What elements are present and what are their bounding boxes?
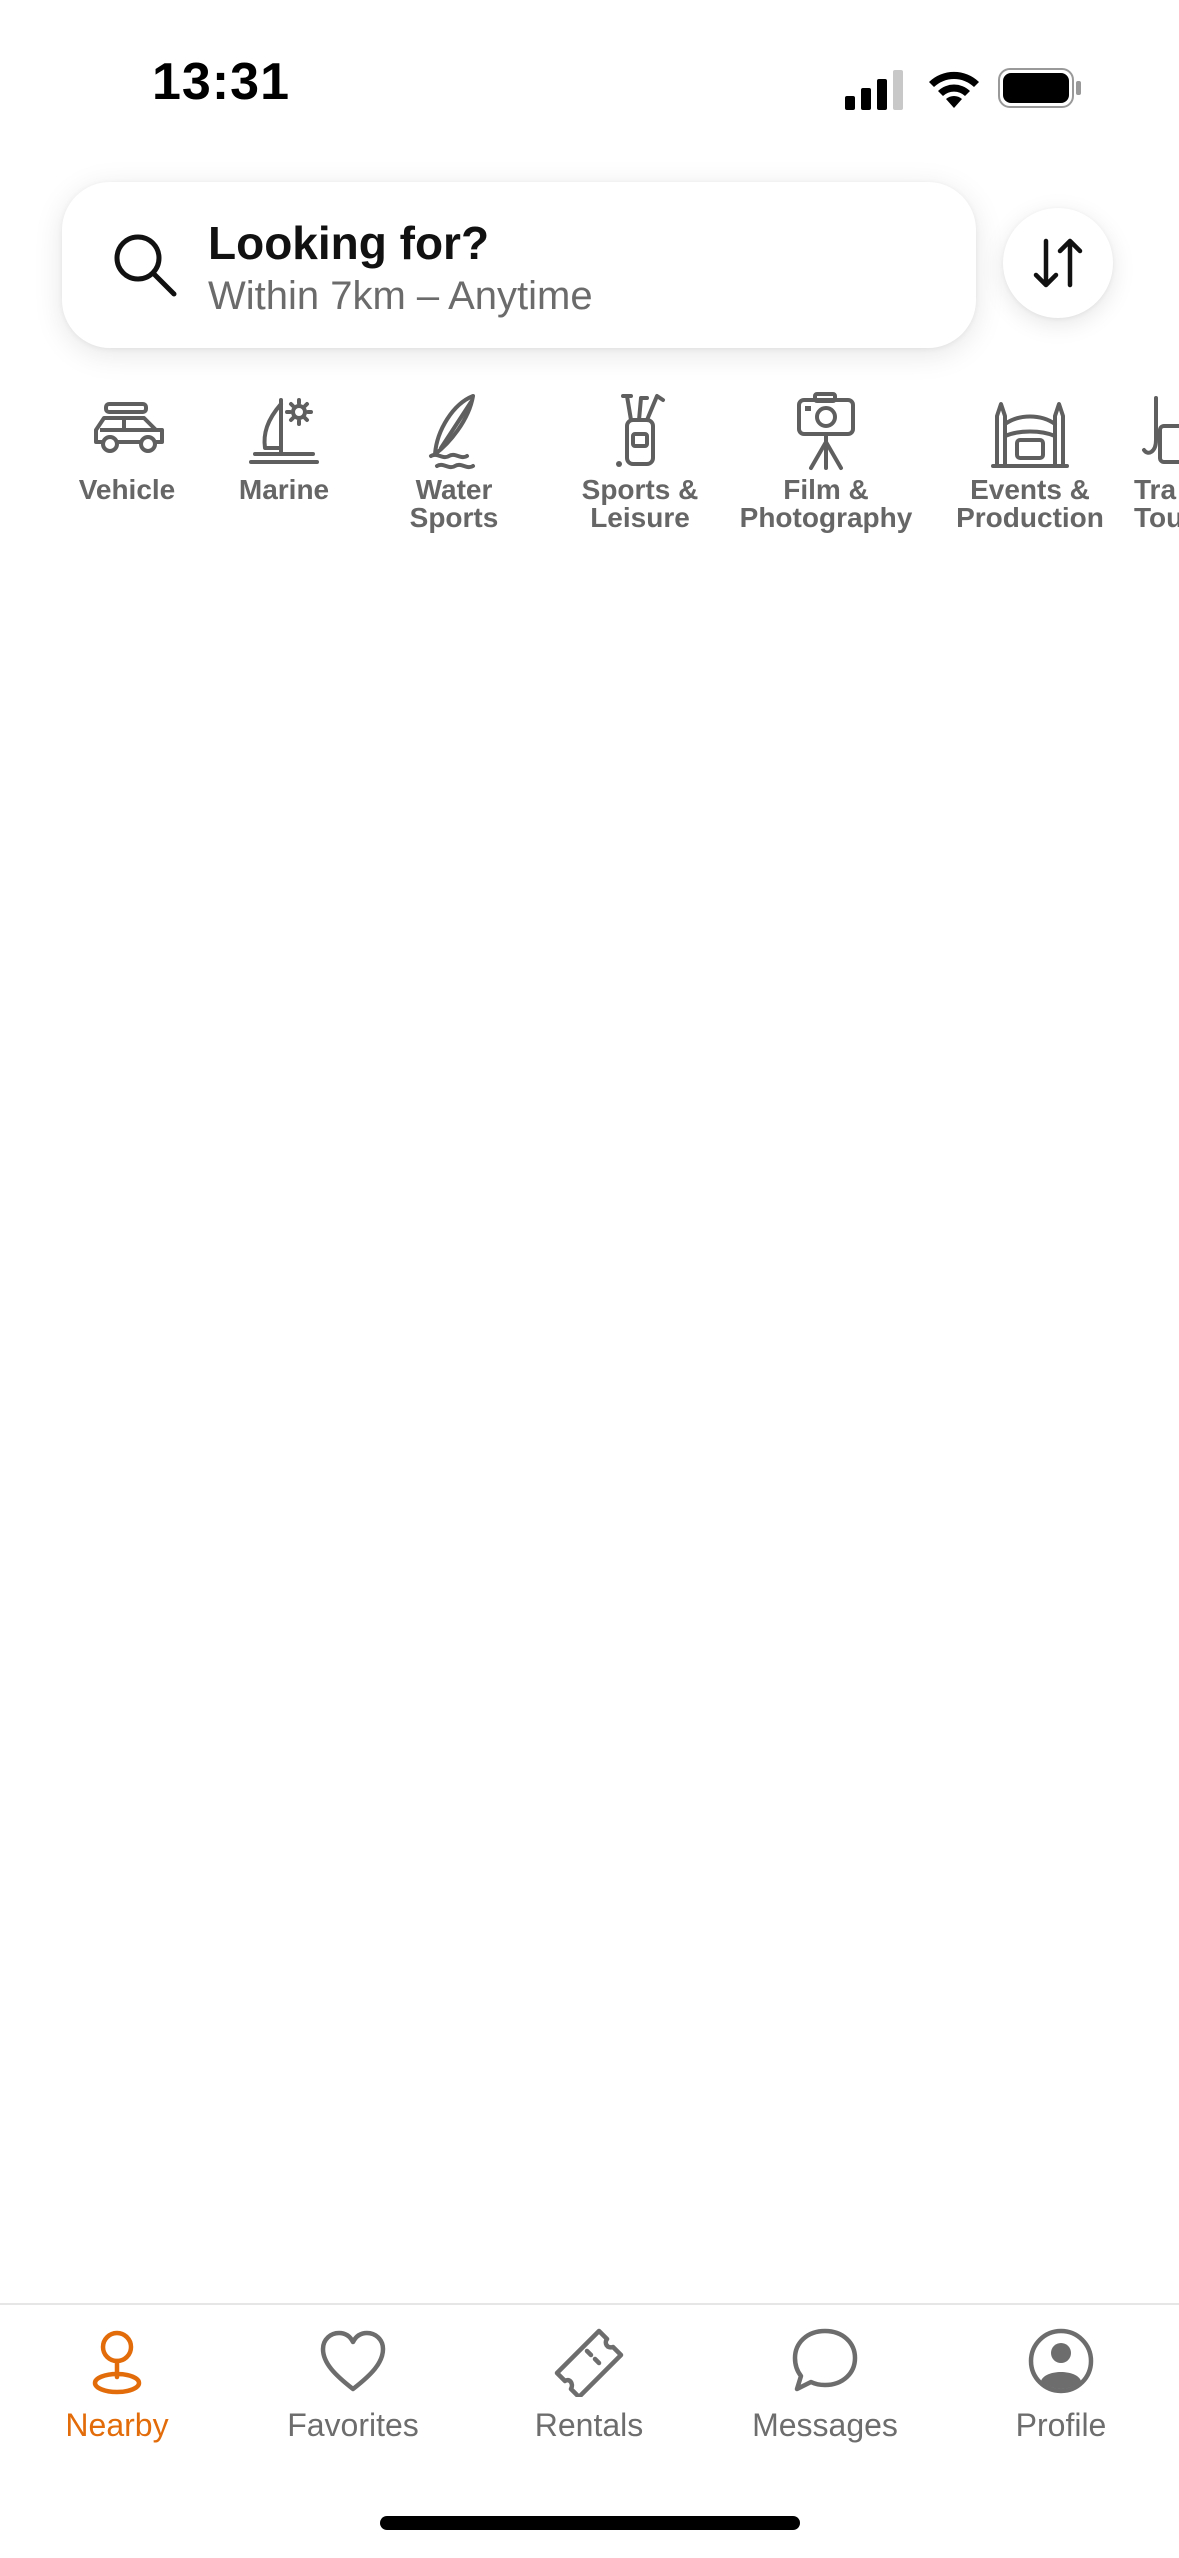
category-travel-tours[interactable]: Tra Tou — [1134, 390, 1179, 532]
tab-label: Favorites — [287, 2407, 419, 2443]
category-label: Vehicle — [78, 474, 176, 505]
status-time: 13:31 — [152, 53, 290, 111]
luggage-icon — [1142, 396, 1179, 464]
profile-icon — [1028, 2328, 1094, 2394]
wifi-icon — [929, 71, 979, 108]
category-film-photography[interactable]: Film & Photography — [726, 390, 926, 532]
search-title: Looking for? — [208, 217, 490, 269]
tab-label: Nearby — [65, 2407, 169, 2443]
category-label: Sports & Leisure — [581, 474, 699, 533]
golf-bag-icon — [616, 394, 665, 467]
category-events-production[interactable]: Events & Production — [930, 390, 1130, 532]
tab-label: Messages — [752, 2407, 898, 2443]
category-label: Marine — [238, 474, 330, 505]
sort-button[interactable] — [1003, 208, 1113, 318]
battery-icon — [998, 68, 1081, 108]
category-label: Tra Tou — [1134, 474, 1179, 533]
tab-favorites[interactable]: Favorites — [253, 2325, 453, 2444]
sort-arrows-icon — [1033, 238, 1083, 288]
map-pin-icon — [92, 2330, 142, 2395]
search-icon — [114, 234, 177, 297]
cellular-signal-icon — [845, 70, 903, 110]
category-strip[interactable]: Vehicle Marine Water Sports Sports & Lei… — [0, 390, 1179, 560]
camera-tripod-icon — [797, 392, 855, 470]
tab-nearby[interactable]: Nearby — [17, 2325, 217, 2444]
status-bar: 13:31 — [0, 0, 1179, 150]
category-marine[interactable]: Marine — [224, 390, 344, 504]
chat-bubble-icon — [792, 2328, 858, 2392]
heart-icon — [320, 2330, 386, 2392]
surfboard-icon — [429, 394, 475, 470]
car-icon — [94, 402, 164, 453]
tab-messages[interactable]: Messages — [725, 2325, 925, 2444]
sailboat-icon — [249, 398, 319, 464]
category-sports-leisure[interactable]: Sports & Leisure — [560, 390, 720, 532]
search-bar[interactable]: Looking for? Within 7km – Anytime — [62, 182, 976, 348]
search-subtitle: Within 7km – Anytime — [208, 274, 593, 318]
ticket-icon — [554, 2328, 624, 2397]
home-indicator — [380, 2516, 800, 2530]
tab-label: Rentals — [534, 2407, 644, 2443]
tab-profile[interactable]: Profile — [961, 2325, 1161, 2444]
category-label: Events & Production — [956, 474, 1104, 533]
category-label: Film & Photography — [739, 474, 913, 533]
tab-label: Profile — [1015, 2407, 1107, 2443]
category-water-sports[interactable]: Water Sports — [384, 390, 524, 532]
bounce-castle-icon — [991, 402, 1069, 468]
category-vehicle[interactable]: Vehicle — [67, 390, 187, 504]
tab-rentals[interactable]: Rentals — [489, 2325, 689, 2444]
category-label: Water Sports — [409, 474, 499, 533]
